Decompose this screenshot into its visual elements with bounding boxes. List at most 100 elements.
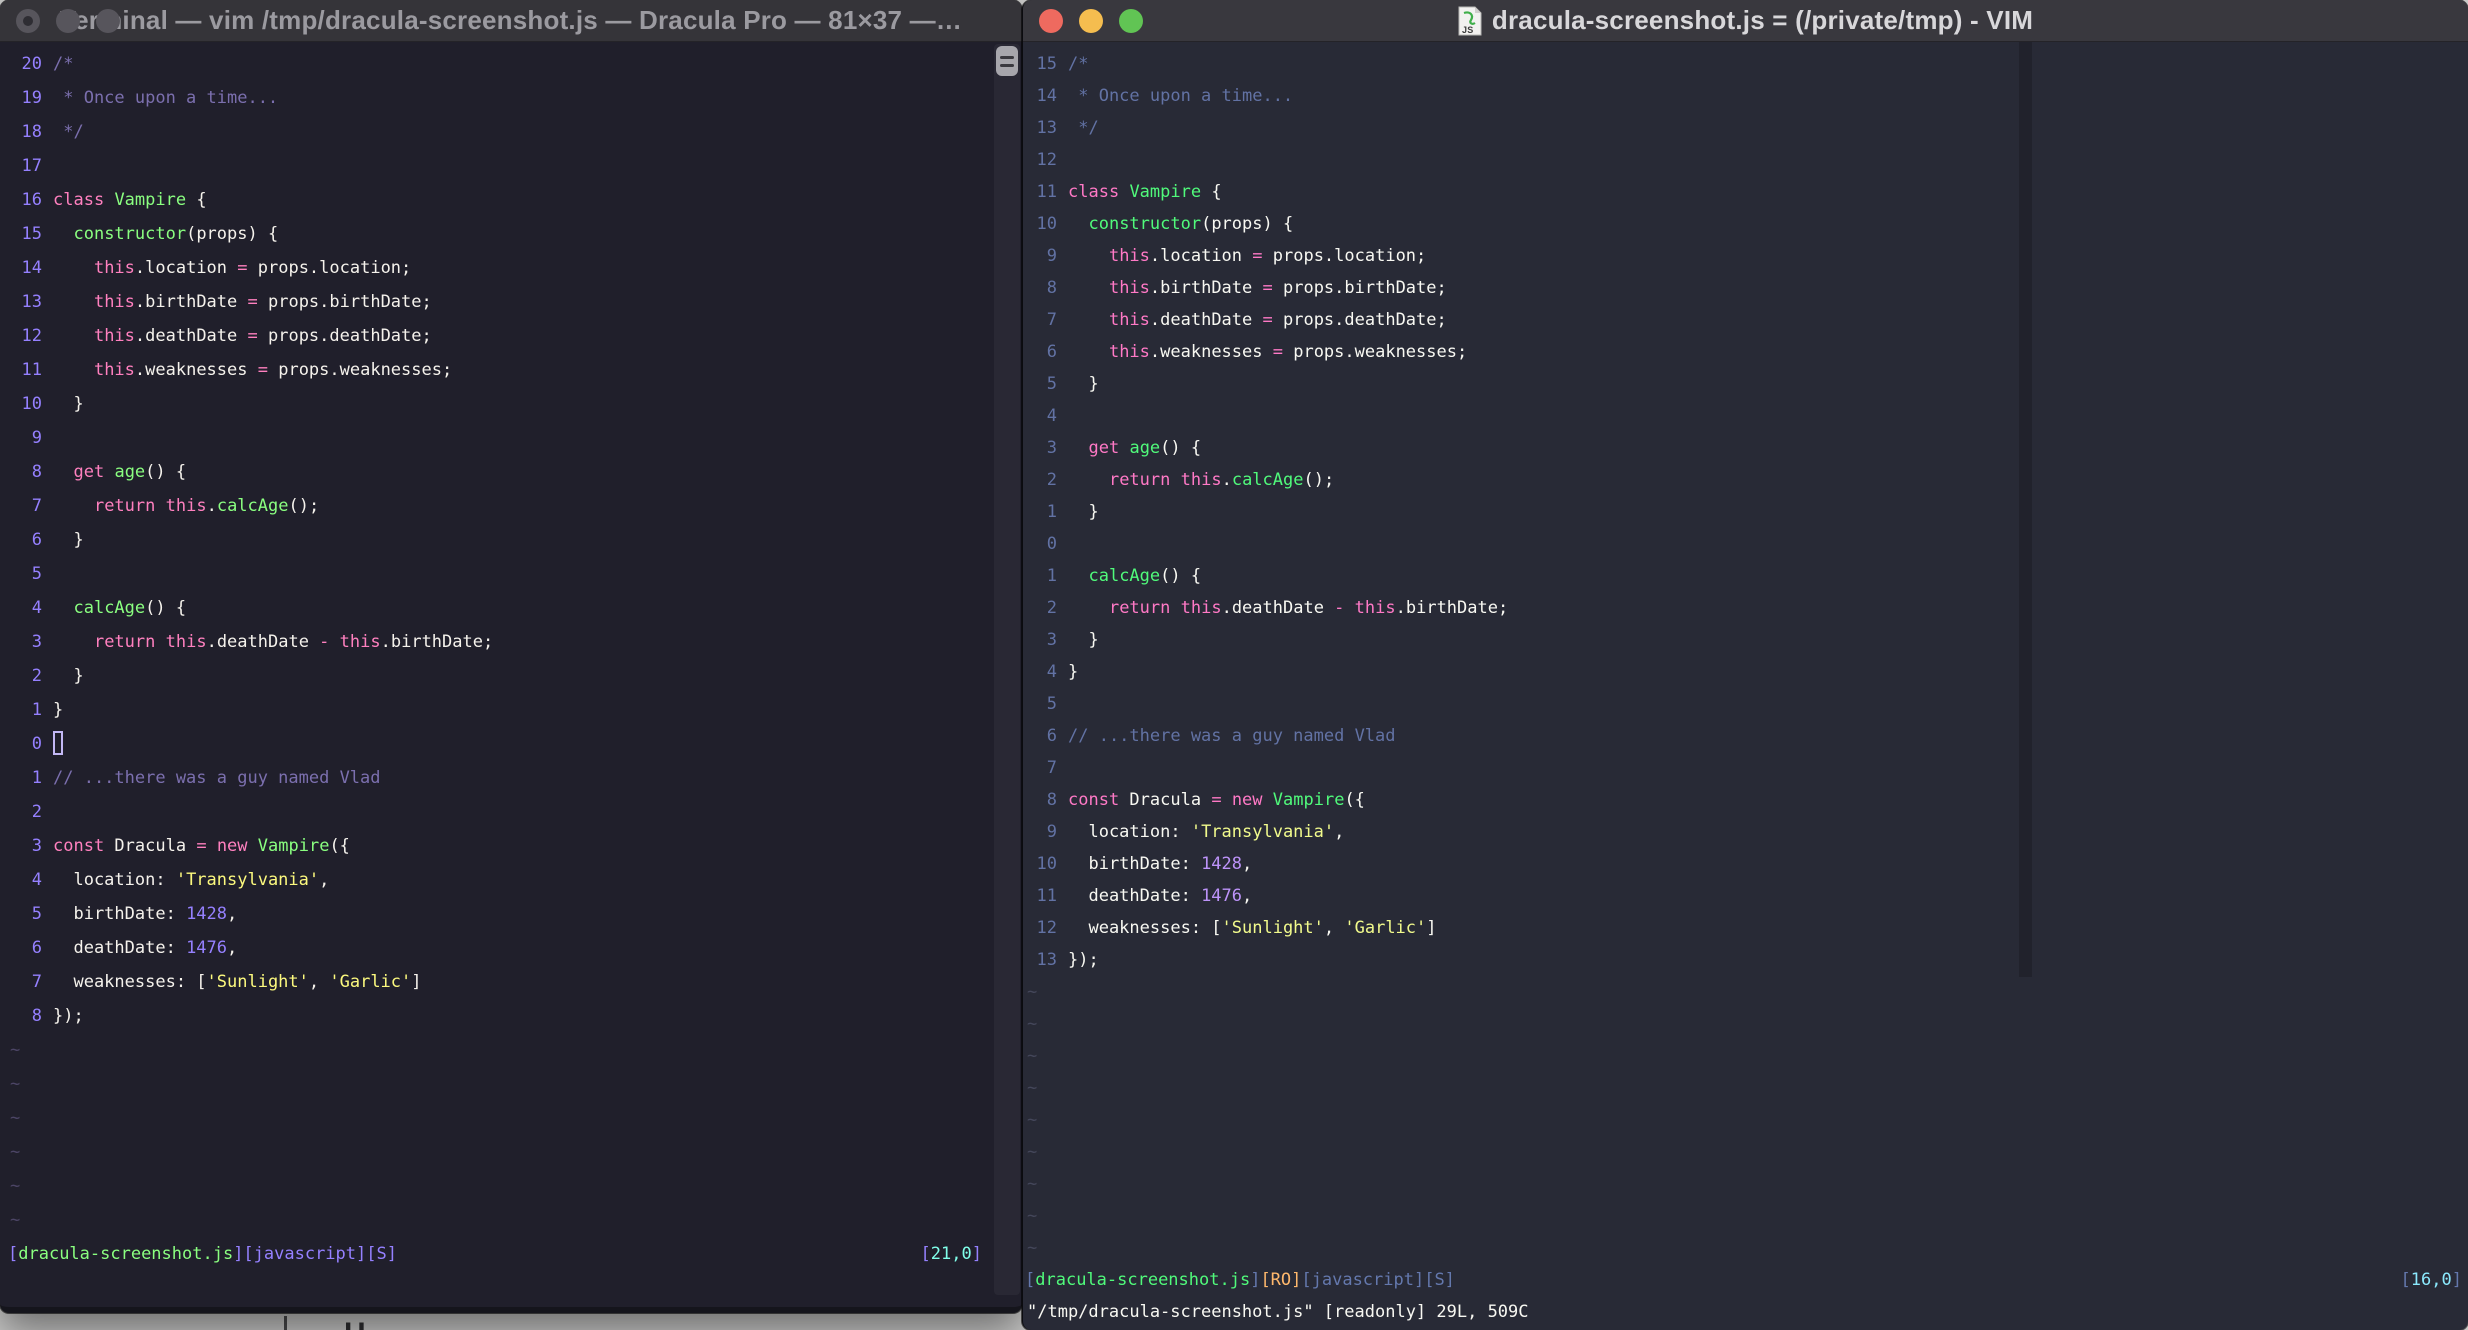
- code-line[interactable]: 18 */: [8, 115, 992, 149]
- code-line[interactable]: 4}: [1025, 656, 2468, 688]
- code-line[interactable]: 8 get age() {: [8, 455, 992, 489]
- code-line[interactable]: 0: [1025, 528, 2468, 560]
- token: props.birthDate;: [1272, 278, 1447, 298]
- code-line[interactable]: 13 this.birthDate = props.birthDate;: [8, 285, 992, 319]
- code-line[interactable]: 7: [1025, 752, 2468, 784]
- token: this: [93, 258, 135, 278]
- tilde-marker: ~: [10, 1108, 21, 1128]
- code-line[interactable]: 20 /*: [8, 47, 992, 81]
- code-line[interactable]: 4: [1025, 400, 2468, 432]
- close-button[interactable]: [1039, 9, 1063, 33]
- code-line[interactable]: 8});: [8, 999, 992, 1033]
- tilde-marker: ~: [1027, 1014, 1038, 1034]
- code-line[interactable]: 5: [1025, 688, 2468, 720]
- code-line[interactable]: 3 return this.deathDate - this.birthDate…: [8, 625, 992, 659]
- code-line[interactable]: 15 /*: [1025, 48, 2468, 80]
- code-line[interactable]: 6 deathDate: 1476,: [8, 931, 992, 965]
- scrollbar-knob-icon[interactable]: [996, 46, 1018, 76]
- code-line[interactable]: 19 * Once upon a time...: [8, 81, 992, 115]
- terminal-titlebar[interactable]: Terminal — vim /tmp/dracula-screenshot.j…: [0, 0, 1022, 42]
- token: const: [1068, 790, 1120, 810]
- code-line[interactable]: 5 }: [1025, 368, 2468, 400]
- macvim-titlebar[interactable]: JS dracula-screenshot.js = (/private/tmp…: [1023, 0, 2468, 42]
- line-number: 9: [1046, 246, 1057, 266]
- code-line[interactable]: 11 class Vampire {: [1025, 176, 2468, 208]
- zoom-button[interactable]: [1119, 9, 1143, 33]
- code-line[interactable]: 1 // ...there was a guy named Vlad: [8, 761, 992, 795]
- tilde-marker: ~: [10, 1176, 21, 1196]
- code-line[interactable]: 16 class Vampire {: [8, 183, 992, 217]
- code-line[interactable]: 10 constructor(props) {: [1025, 208, 2468, 240]
- code-text: }: [1068, 374, 1098, 394]
- code-line[interactable]: 14 this.location = props.location;: [8, 251, 992, 285]
- code-line[interactable]: 0: [8, 727, 992, 761]
- code-line[interactable]: 12 weaknesses: ['Sunlight', 'Garlic']: [1025, 912, 2468, 944]
- code-line[interactable]: 7 return this.calcAge();: [8, 489, 992, 523]
- code-line[interactable]: 11 deathDate: 1476,: [1025, 880, 2468, 912]
- token: weaknesses: [: [53, 972, 207, 992]
- code-line[interactable]: 14 * Once upon a time...: [1025, 80, 2468, 112]
- zoom-button[interactable]: [96, 9, 120, 33]
- code-line[interactable]: 11 this.weaknesses = props.weaknesses;: [8, 353, 992, 387]
- code-line[interactable]: 4 calcAge() {: [8, 591, 992, 625]
- scrollbar-column[interactable]: [2019, 42, 2032, 977]
- tilde-row: ~: [8, 1101, 992, 1135]
- code-text: deathDate: 1476,: [1068, 886, 1252, 906]
- line-number: 12: [1036, 918, 1057, 938]
- minimize-button[interactable]: [56, 9, 80, 33]
- status-segment: [javascript][S]: [1301, 1270, 1455, 1290]
- close-button[interactable]: [16, 9, 40, 33]
- code-line[interactable]: 3 }: [1025, 624, 2468, 656]
- tilde-row: ~: [1025, 1040, 2468, 1072]
- code-text: }: [1068, 502, 1098, 522]
- code-line[interactable]: 2 return this.deathDate - this.birthDate…: [1025, 592, 2468, 624]
- code-line[interactable]: 1}: [8, 693, 992, 727]
- code-line[interactable]: 5 birthDate: 1428,: [8, 897, 992, 931]
- vim-cmdline[interactable]: "/tmp/dracula-screenshot.js" [readonly] …: [1025, 1296, 2468, 1328]
- vim-buffer-right[interactable]: 15/* 14 * Once upon a time... 13 */12 11 cla…: [1023, 42, 2468, 1330]
- token: .weaknesses: [134, 360, 258, 380]
- code-line[interactable]: 6 this.weaknesses = props.weaknesses;: [1025, 336, 2468, 368]
- code-line[interactable]: 13});: [1025, 944, 2468, 976]
- code-line[interactable]: 10 }: [8, 387, 992, 421]
- code-line[interactable]: 13 */: [1025, 112, 2468, 144]
- code-line[interactable]: 9: [8, 421, 992, 455]
- code-line[interactable]: 3 get age() {: [1025, 432, 2468, 464]
- minimize-button[interactable]: [1079, 9, 1103, 33]
- code-line[interactable]: 1 }: [1025, 496, 2468, 528]
- code-line[interactable]: 2: [8, 795, 992, 829]
- code-line[interactable]: 1 calcAge() {: [1025, 560, 2468, 592]
- vim-statusline: [dracula-screenshot.js][RO][javascript][…: [1025, 1264, 2468, 1296]
- token: this: [93, 326, 135, 346]
- code-line[interactable]: 2 }: [8, 659, 992, 693]
- code-line[interactable]: 6 }: [8, 523, 992, 557]
- code-line[interactable]: 4 location: 'Transylvania',: [8, 863, 992, 897]
- code-line[interactable]: 5: [8, 557, 992, 591]
- code-text: calcAge() {: [1068, 566, 1201, 586]
- code-line[interactable]: 17: [8, 149, 992, 183]
- code-line[interactable]: 15 constructor(props) {: [8, 217, 992, 251]
- code-line[interactable]: 7 weaknesses: ['Sunlight', 'Garlic']: [8, 965, 992, 999]
- code-line[interactable]: 12: [1025, 144, 2468, 176]
- code-line[interactable]: 8 const Dracula = new Vampire({: [1025, 784, 2468, 816]
- code-text: location: 'Transylvania',: [53, 870, 329, 890]
- code-line[interactable]: 9 this.location = props.location;: [1025, 240, 2468, 272]
- statusline-file-flags: [dracula-screenshot.js][RO][javascript][…: [1025, 1270, 1455, 1290]
- code-line[interactable]: 7 this.deathDate = props.deathDate;: [1025, 304, 2468, 336]
- token: () {: [1160, 438, 1202, 458]
- vim-buffer-left[interactable]: 20/* 19 * Once upon a time... 18 */17 16 cla…: [0, 42, 992, 1305]
- token: /*: [53, 54, 74, 74]
- tilde-marker: ~: [1027, 1078, 1038, 1098]
- code-line[interactable]: 3 const Dracula = new Vampire({: [8, 829, 992, 863]
- code-line[interactable]: 9 location: 'Transylvania',: [1025, 816, 2468, 848]
- code-line[interactable]: 12 this.deathDate = props.deathDate;: [8, 319, 992, 353]
- code-line[interactable]: 8 this.birthDate = props.birthDate;: [1025, 272, 2468, 304]
- token: ,: [1242, 886, 1253, 906]
- code-line[interactable]: 10 birthDate: 1428,: [1025, 848, 2468, 880]
- terminal-scrollbar[interactable]: [994, 44, 1020, 1295]
- vim-cmdline[interactable]: [8, 1271, 992, 1305]
- code-text: * Once upon a time...: [1068, 86, 1293, 106]
- token: =: [237, 258, 248, 278]
- code-line[interactable]: 6 // ...there was a guy named Vlad: [1025, 720, 2468, 752]
- code-line[interactable]: 2 return this.calcAge();: [1025, 464, 2468, 496]
